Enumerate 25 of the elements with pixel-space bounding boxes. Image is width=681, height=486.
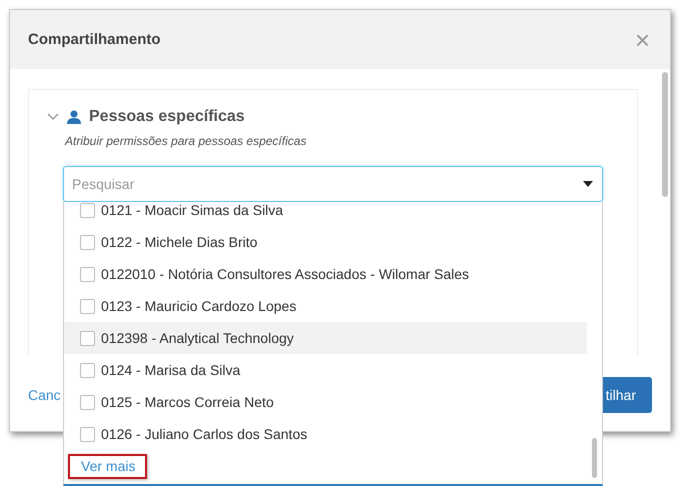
chevron-icon[interactable] — [47, 113, 59, 121]
dropdown-option[interactable]: 0122 - Michele Dias Brito — [64, 226, 587, 258]
search-field[interactable]: Pesquisar — [63, 166, 603, 202]
caret-icon[interactable] — [583, 181, 593, 187]
checkbox[interactable] — [80, 266, 95, 282]
checkbox[interactable] — [80, 202, 95, 218]
checkbox[interactable] — [80, 234, 95, 250]
checkbox[interactable] — [80, 362, 95, 378]
dropdown-option[interactable]: 0121 - Moacir Simas da Silva — [64, 202, 587, 226]
checkbox[interactable] — [80, 426, 95, 442]
dropdown-option[interactable]: 0123 - Mauricio Cardozo Lopes — [64, 290, 587, 322]
dropdown-option[interactable]: 012398 - Analytical Technology — [64, 322, 587, 354]
checkbox[interactable] — [80, 298, 95, 314]
dropdown-option[interactable]: 0124 - Marisa da Silva — [64, 354, 587, 386]
checkbox[interactable] — [80, 330, 95, 346]
dropdown-option[interactable]: 0126 - Juliano Carlos dos Santos — [64, 418, 587, 450]
section-subtitle: Atribuir permissões para pessoas específicas — [65, 134, 308, 148]
checkbox[interactable] — [80, 394, 95, 410]
scrollbar-thumb[interactable] — [592, 438, 597, 478]
dropdown-option[interactable]: 0125 - Marcos Correia Neto — [64, 386, 587, 418]
dialog-title: Compartilhamento — [28, 31, 161, 48]
scrollbar-thumb[interactable] — [662, 72, 668, 197]
dropdown-option[interactable]: 0122010 - Notória Consultores Associados - Wilomar Sales — [64, 258, 587, 290]
person-icon — [67, 110, 81, 124]
section-title: Pessoas específicas — [89, 108, 245, 126]
